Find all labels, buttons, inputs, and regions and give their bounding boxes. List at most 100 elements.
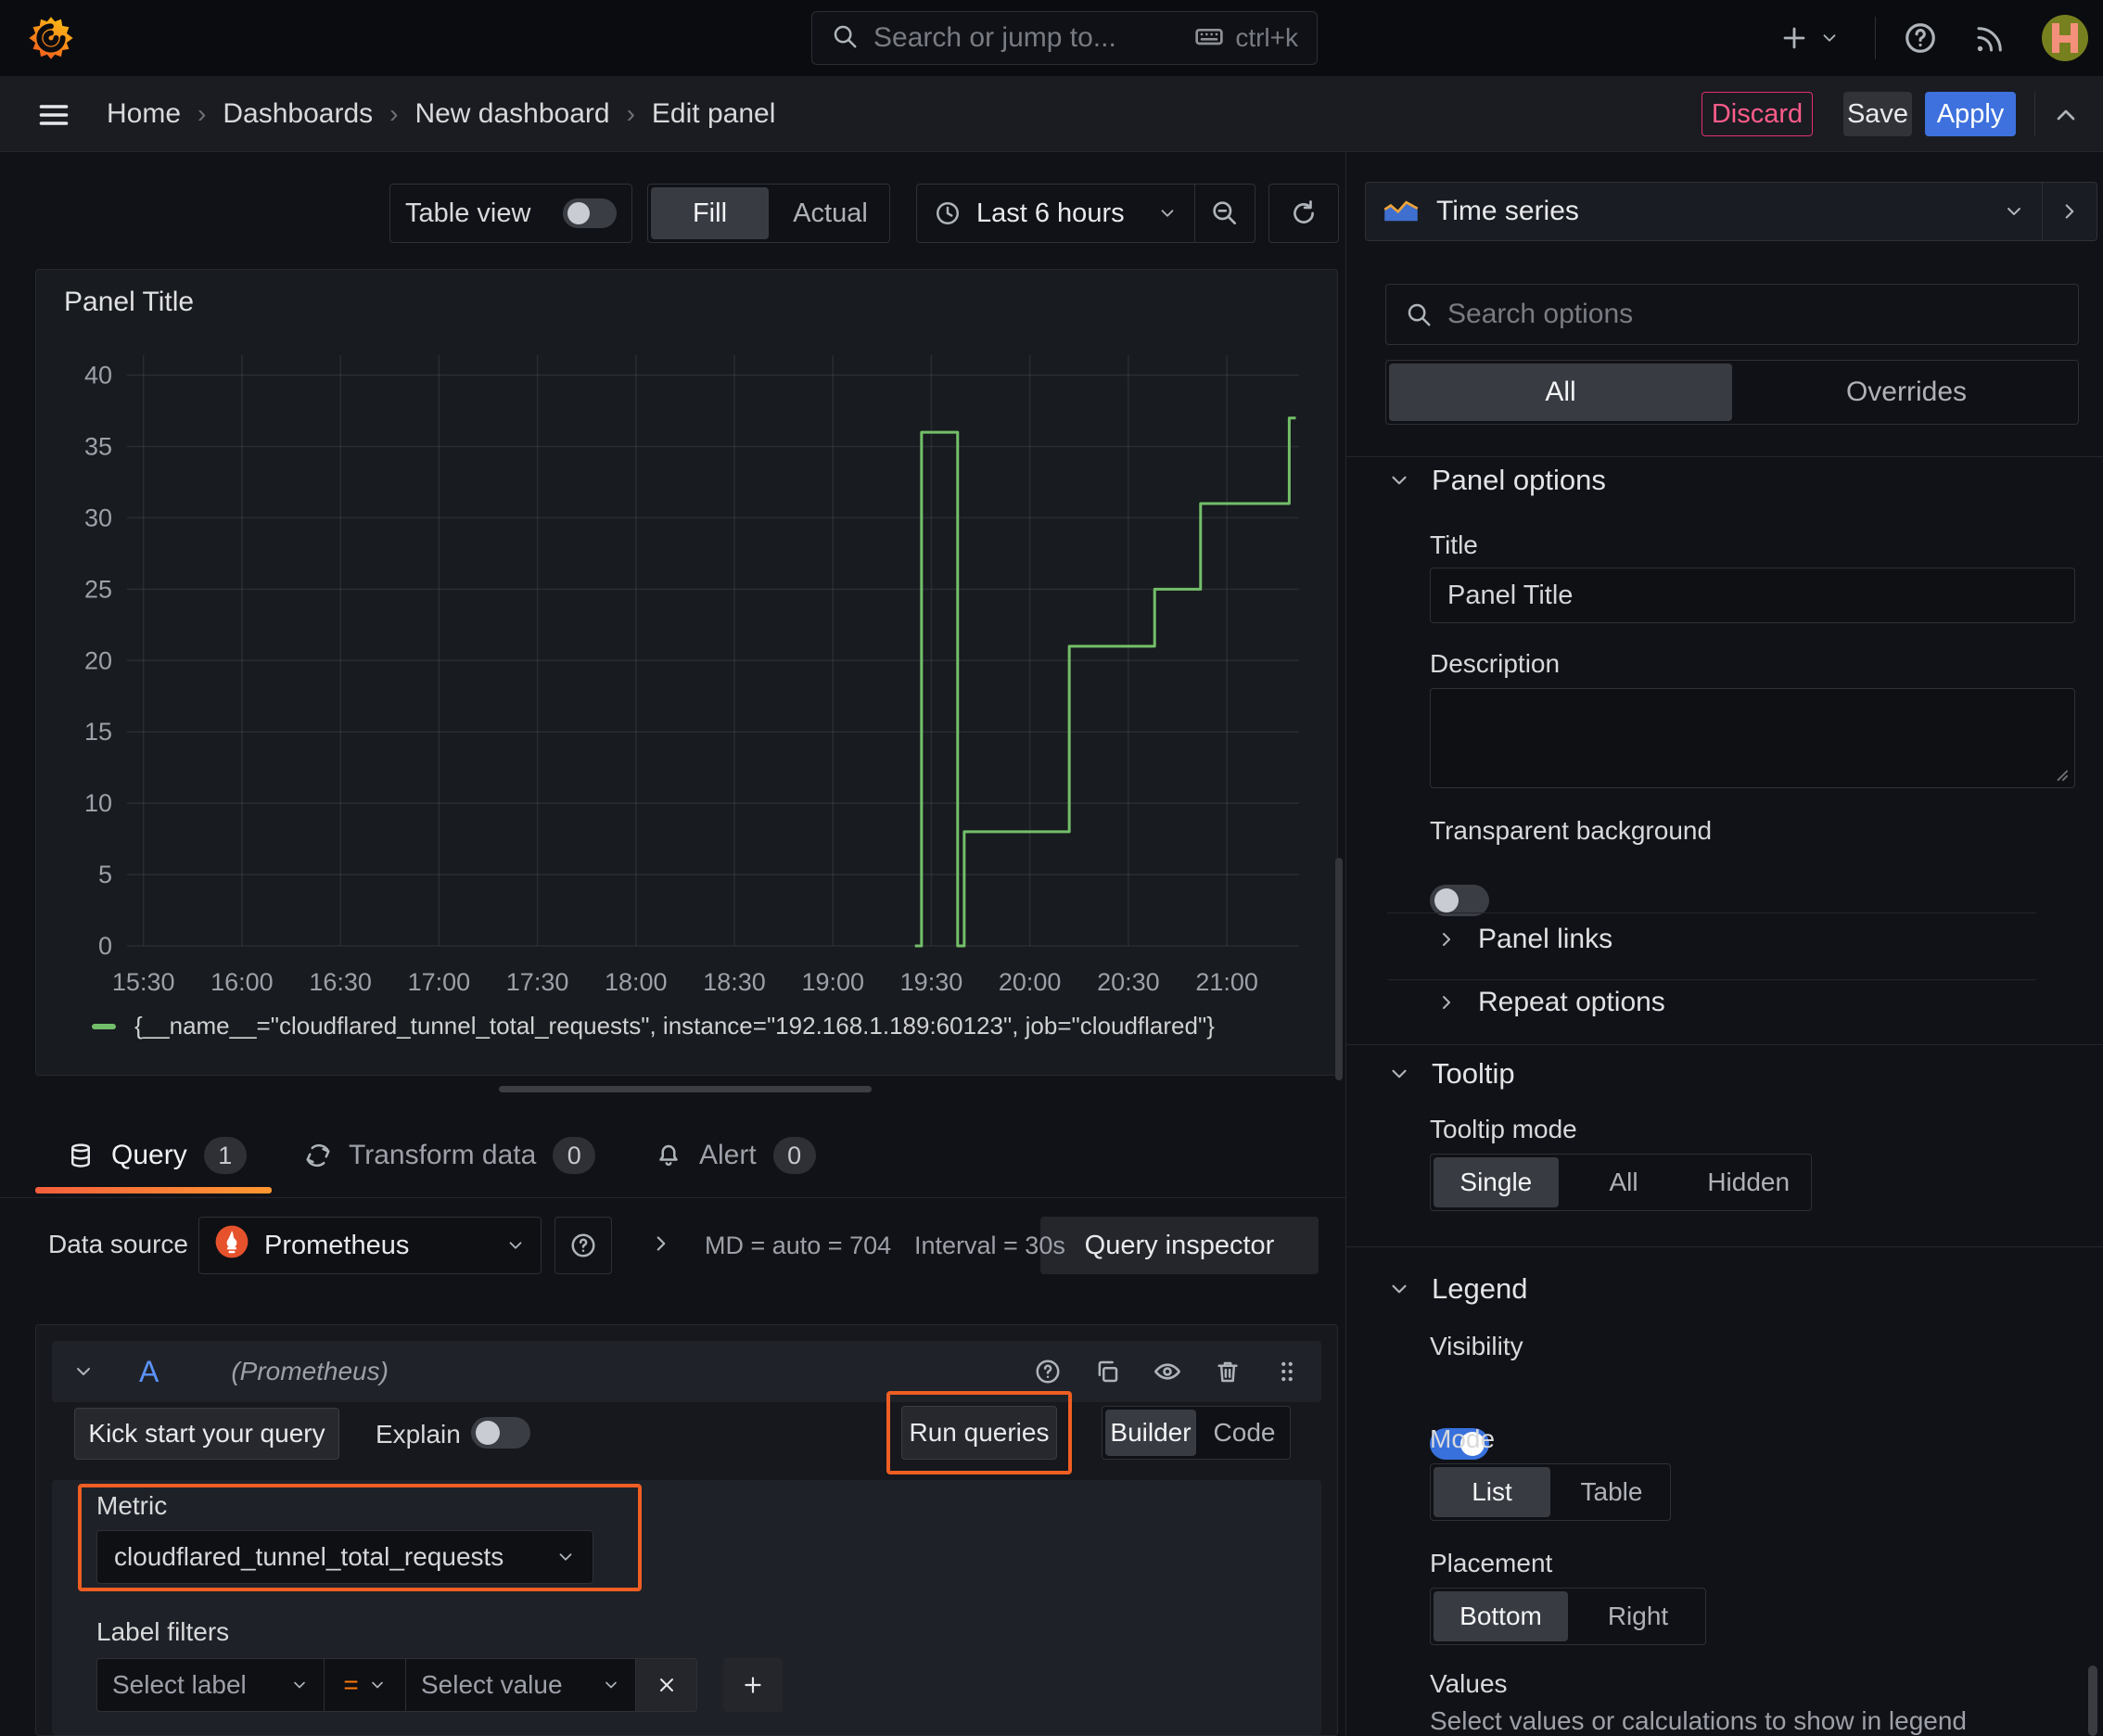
kickstart-query-button[interactable]: Kick start your query	[74, 1408, 339, 1460]
search-options-box[interactable]: Search options	[1385, 284, 2079, 345]
tooltip-all-option[interactable]: All	[1561, 1155, 1687, 1210]
metric-select[interactable]: cloudflared_tunnel_total_requests	[96, 1530, 593, 1584]
sidebar-scrollbar[interactable]	[2088, 1666, 2097, 1736]
svg-text:16:00: 16:00	[210, 968, 274, 996]
breadcrumb-separator: ›	[198, 99, 207, 128]
legend-mode-list-option[interactable]: List	[1434, 1467, 1550, 1517]
avatar[interactable]	[2042, 15, 2088, 61]
hamburger-menu-button[interactable]	[37, 98, 70, 136]
fill-option[interactable]: Fill	[651, 187, 769, 239]
breadcrumb-home[interactable]: Home	[107, 98, 181, 130]
tab-alert-label: Alert	[699, 1140, 757, 1170]
help-button[interactable]	[1903, 20, 1938, 60]
transparent-bg-toggle[interactable]	[1430, 885, 1489, 916]
news-feed-icon[interactable]	[1973, 22, 2007, 60]
legend-mode-table-option[interactable]: Table	[1553, 1464, 1670, 1520]
remove-filter-button[interactable]	[636, 1658, 697, 1712]
refresh-button[interactable]	[1268, 184, 1339, 243]
apply-button[interactable]: Apply	[1925, 92, 2016, 136]
collapse-header-button[interactable]	[2051, 100, 2081, 134]
global-search-box[interactable]: Search or jump to... ctrl+k	[811, 11, 1318, 65]
code-option[interactable]: Code	[1199, 1407, 1290, 1459]
zoom-out-button[interactable]	[1195, 198, 1255, 228]
breadcrumb-dashboards[interactable]: Dashboards	[223, 98, 373, 130]
visualization-name: Time series	[1436, 196, 1579, 226]
builder-option[interactable]: Builder	[1105, 1410, 1196, 1456]
search-options-placeholder: Search options	[1447, 299, 1634, 329]
tab-all[interactable]: All	[1389, 364, 1732, 421]
repeat-options-header[interactable]: Repeat options	[1435, 987, 1665, 1018]
repeat-options-title: Repeat options	[1478, 987, 1665, 1017]
datasource-help-button[interactable]	[554, 1217, 612, 1274]
panel-title-input[interactable]	[1430, 568, 2075, 623]
panel-options-header[interactable]: Panel options	[1387, 464, 1606, 497]
tooltip-header[interactable]: Tooltip	[1387, 1057, 1515, 1091]
select-value-placeholder: Select value	[421, 1670, 563, 1699]
placement-bottom-option[interactable]: Bottom	[1434, 1591, 1568, 1641]
chevron-down-icon	[509, 1242, 522, 1249]
breadcrumb-new-dashboard[interactable]: New dashboard	[414, 98, 609, 130]
drag-handle-icon[interactable]	[1273, 1358, 1301, 1385]
left-pane-scrollbar[interactable]	[1335, 858, 1343, 1080]
query-row-header[interactable]: A (Prometheus)	[52, 1341, 1321, 1402]
select-label-dropdown[interactable]: Select label	[96, 1658, 325, 1712]
operator-dropdown[interactable]: =	[325, 1658, 406, 1712]
tooltip-single-option[interactable]: Single	[1434, 1157, 1559, 1207]
panel-links-header[interactable]: Panel links	[1435, 924, 1612, 955]
refresh-icon	[1294, 200, 1314, 223]
options-expander[interactable]	[649, 1232, 673, 1260]
active-tab-underline	[35, 1187, 272, 1194]
tooltip-hidden-option[interactable]: Hidden	[1686, 1155, 1811, 1210]
tab-query[interactable]: Query 1	[67, 1137, 247, 1174]
collapse-options-button[interactable]	[2043, 199, 2097, 223]
save-button[interactable]: Save	[1843, 92, 1912, 136]
explain-toggle[interactable]	[471, 1417, 530, 1449]
table-view-label: Table view	[405, 198, 531, 228]
help-icon[interactable]	[1034, 1358, 1062, 1385]
discard-button[interactable]: Discard	[1702, 92, 1813, 136]
chevron-down-icon	[294, 1681, 305, 1689]
close-icon	[659, 1679, 673, 1691]
svg-text:16:30: 16:30	[309, 968, 372, 996]
duplicate-icon[interactable]	[1093, 1358, 1121, 1385]
search-icon	[831, 22, 859, 55]
legend-header[interactable]: Legend	[1387, 1272, 1527, 1306]
visualization-picker[interactable]: Time series	[1365, 182, 2097, 241]
clock-icon	[936, 201, 960, 225]
actual-option[interactable]: Actual	[771, 185, 889, 242]
tab-query-count: 1	[203, 1137, 247, 1174]
grafana-logo-icon[interactable]	[26, 13, 76, 68]
panel-preview: Panel Title 0 5 10 15 20 25 30 35 40 15:30 16:00 16…	[35, 269, 1338, 1076]
table-view-toggle[interactable]	[563, 198, 617, 228]
description-textarea[interactable]	[1430, 688, 2075, 788]
trash-icon[interactable]	[1214, 1358, 1242, 1385]
resize-handle-icon[interactable]	[2054, 767, 2069, 782]
chart-legend[interactable]: {__name__="cloudflared_tunnel_total_requ…	[92, 1012, 1215, 1040]
svg-text:18:00: 18:00	[605, 968, 668, 996]
select-value-dropdown[interactable]: Select value	[406, 1658, 636, 1712]
run-queries-button[interactable]: Run queries	[901, 1406, 1057, 1460]
time-series-chart[interactable]: 0 5 10 15 20 25 30 35 40 15:30 16:00 16:30 17:00 17:3…	[60, 344, 1312, 1012]
placement-right-option[interactable]: Right	[1571, 1589, 1705, 1644]
add-filter-button[interactable]	[723, 1658, 783, 1712]
section-divider	[1345, 456, 2103, 457]
breadcrumb-edit-panel: Edit panel	[651, 98, 776, 129]
resize-drag-handle[interactable]	[499, 1086, 872, 1092]
tab-transform[interactable]: Transform data 0	[304, 1137, 596, 1174]
tab-overrides[interactable]: Overrides	[1735, 361, 2078, 424]
datasource-picker[interactable]: Prometheus	[198, 1217, 542, 1274]
description-field-label: Description	[1430, 649, 1561, 678]
tab-alert[interactable]: Alert 0	[655, 1137, 816, 1174]
time-range-control: Last 6 hours	[916, 184, 1255, 243]
eye-icon[interactable]	[1153, 1357, 1182, 1386]
query-inspector-button[interactable]: Query inspector	[1040, 1217, 1319, 1274]
legend-placement-label: Placement	[1430, 1549, 1553, 1577]
time-range-picker[interactable]: Last 6 hours	[917, 198, 1194, 229]
new-menu-button[interactable]	[1778, 17, 1840, 59]
chevron-down-icon	[1392, 1069, 1407, 1079]
tab-alert-count: 0	[772, 1137, 816, 1174]
explain-label: Explain	[376, 1420, 461, 1449]
database-icon	[71, 1143, 90, 1168]
tooltip-title: Tooltip	[1432, 1057, 1515, 1090]
query-options-stats: MD = auto = 704	[705, 1232, 892, 1259]
